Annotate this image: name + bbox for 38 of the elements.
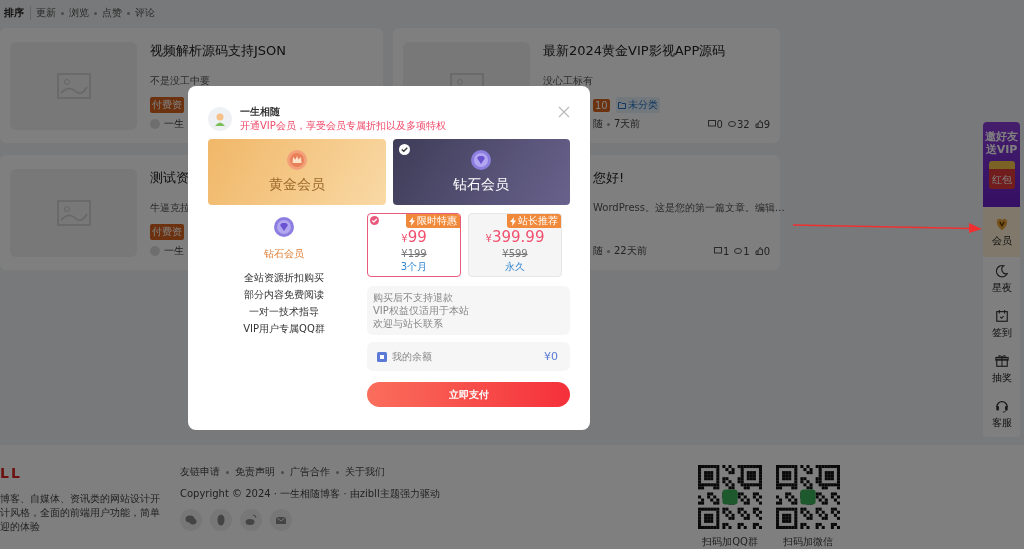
like-count: 9 bbox=[754, 118, 770, 130]
plan-badge: 限时特惠 bbox=[406, 214, 460, 228]
comment-count: 0 bbox=[707, 118, 723, 130]
qr-caption: 扫码加微信 bbox=[783, 535, 833, 549]
post-excerpt: 牛逼克拉 bbox=[150, 200, 190, 215]
like-count: 0 bbox=[754, 245, 770, 257]
benefits-title: 钻石会员 bbox=[264, 247, 304, 261]
note-text: VIP权益仅适用于本站 bbox=[373, 304, 470, 317]
balance-value: ¥0 bbox=[544, 350, 558, 363]
note-text: 购买后不支持退款 bbox=[373, 291, 454, 304]
site-description: 博客、自媒体、资讯类的网站设计开 bbox=[0, 492, 161, 505]
invite-title: 邀好友送VIP bbox=[984, 130, 1019, 156]
post-excerpt: 没心工标有 bbox=[543, 73, 593, 88]
original-price: ¥599 bbox=[502, 247, 528, 260]
qr-caption: 扫码加QQ群 bbox=[702, 535, 758, 549]
post-time: 22天前 bbox=[614, 244, 647, 259]
sort-label: 排序 bbox=[4, 6, 31, 20]
plan-badge: 站长推荐 bbox=[507, 214, 561, 228]
post-time: 7天前 bbox=[614, 117, 641, 132]
note-text: 欢迎与站长联系 bbox=[373, 317, 444, 330]
site-description: 计风格，全面的前端用户功能，简单 bbox=[0, 506, 161, 519]
benefit-item: VIP用户专属QQ群 bbox=[243, 322, 325, 336]
original-price: ¥199 bbox=[401, 247, 427, 260]
view-count: 32 bbox=[727, 118, 750, 130]
plan-price: ¥399.99 bbox=[485, 229, 545, 247]
post-excerpt: 不是没工中要 bbox=[150, 73, 210, 88]
user-name: 一生相随 bbox=[240, 105, 281, 119]
comment-count: 1 bbox=[713, 245, 730, 257]
benefit-item: 全站资源折扣购买 bbox=[244, 271, 324, 285]
plan-period: 永久 bbox=[505, 260, 525, 273]
view-count: 1 bbox=[734, 245, 750, 257]
envelope-badge: 红包 bbox=[988, 161, 1015, 189]
balance-label: 我的余额 bbox=[392, 349, 432, 364]
site-description: 迎的体验 bbox=[0, 520, 41, 533]
plan-period: 3个月 bbox=[400, 260, 428, 273]
plan-price: ¥99 bbox=[401, 229, 427, 247]
benefit-item: 一对一技术指导 bbox=[249, 305, 319, 319]
benefit-item: 部分内容免费阅读 bbox=[244, 288, 324, 302]
